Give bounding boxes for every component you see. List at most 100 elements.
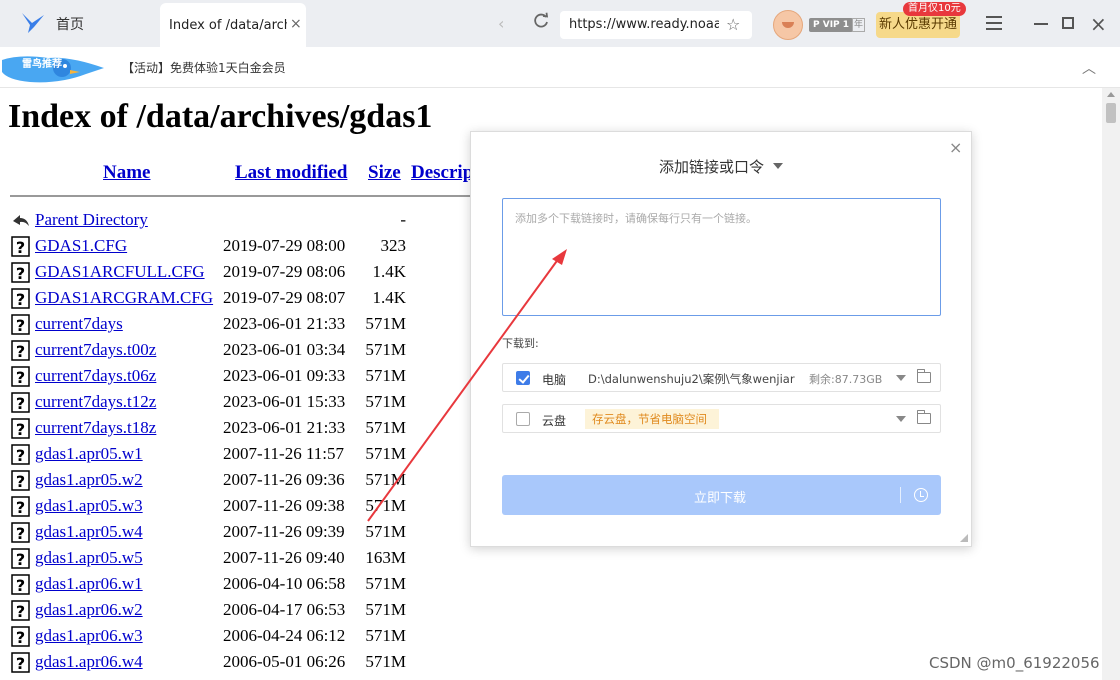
- file-link[interactable]: current7days: [35, 314, 123, 334]
- unknown-file-icon[interactable]: ?: [11, 470, 31, 491]
- link-input-textarea[interactable]: [502, 198, 941, 316]
- menu-icon[interactable]: [986, 16, 1002, 30]
- scroll-thumb[interactable]: [1106, 103, 1116, 123]
- schedule-clock-icon[interactable]: [914, 488, 928, 502]
- unknown-file-icon[interactable]: ?: [11, 418, 31, 439]
- file-link[interactable]: gdas1.apr05.w5: [35, 548, 143, 568]
- watermark: CSDN @m0_61922056: [929, 654, 1100, 672]
- promo-price-tag: 首月仅10元: [903, 2, 966, 16]
- unknown-file-icon[interactable]: ?: [11, 314, 31, 335]
- col-header-size[interactable]: Size: [368, 162, 401, 184]
- file-link[interactable]: GDAS1ARCGRAM.CFG: [35, 288, 213, 308]
- bird-mascot-banner[interactable]: 雷鸟推荐: [0, 50, 110, 86]
- svg-text:?: ?: [16, 602, 25, 621]
- vertical-scrollbar[interactable]: [1102, 88, 1120, 680]
- address-bar[interactable]: https://www.ready.noaa.gov/data/archives…: [560, 11, 752, 39]
- file-link[interactable]: current7days.t12z: [35, 392, 156, 412]
- download-button-separator: [900, 487, 901, 503]
- svg-text:?: ?: [16, 420, 25, 439]
- file-link[interactable]: gdas1.apr05.w4: [35, 522, 143, 542]
- unknown-file-icon[interactable]: ?: [11, 262, 31, 283]
- collapse-chevron-up-icon[interactable]: ︿: [1082, 58, 1096, 78]
- back-arrow-icon[interactable]: ‹: [498, 14, 504, 33]
- file-date: 2007-11-26 09:39: [223, 522, 345, 541]
- save-to-pc-row: 电脑 D:\dalunwenshuju2\案例\气象wenjiar 剩余:87.…: [502, 363, 941, 392]
- file-date: 2006-04-10 06:58: [223, 574, 346, 593]
- file-date: 2023-06-01 21:33: [223, 418, 346, 437]
- svg-text:?: ?: [16, 628, 25, 647]
- thunder-bird-logo-icon: [22, 13, 44, 33]
- scroll-up-arrow-icon[interactable]: [1107, 92, 1115, 97]
- cloud-dropdown-icon[interactable]: [896, 416, 906, 422]
- parent-directory-icon[interactable]: [11, 210, 31, 231]
- reload-icon[interactable]: [532, 12, 550, 30]
- file-link[interactable]: Parent Directory: [35, 210, 148, 230]
- cloud-folder-icon[interactable]: [917, 410, 931, 424]
- file-link[interactable]: GDAS1ARCFULL.CFG: [35, 262, 205, 282]
- svg-text:?: ?: [16, 342, 25, 361]
- minimize-icon[interactable]: [1034, 23, 1048, 25]
- unknown-file-icon[interactable]: ?: [11, 496, 31, 517]
- file-link[interactable]: current7days.t00z: [35, 340, 156, 360]
- dialog-close-icon[interactable]: ×: [949, 138, 962, 157]
- tab-home[interactable]: 首页: [56, 14, 84, 34]
- tab-active[interactable]: Index of /data/archives/gdas1 ×: [160, 3, 306, 47]
- user-avatar[interactable]: [773, 10, 803, 40]
- file-link[interactable]: gdas1.apr06.w1: [35, 574, 143, 594]
- maximize-icon[interactable]: [1062, 17, 1074, 29]
- download-now-button[interactable]: 立即下载: [502, 475, 941, 515]
- file-link[interactable]: current7days.t18z: [35, 418, 156, 438]
- unknown-file-icon[interactable]: ?: [11, 340, 31, 361]
- table-row: ? GDAS1ARCFULL.CFG 2019-07-29 08:06 1.4K: [0, 260, 480, 286]
- unknown-file-icon[interactable]: ?: [11, 626, 31, 647]
- svg-text:?: ?: [16, 654, 25, 673]
- file-date: 2019-07-29 08:00: [223, 236, 346, 255]
- unknown-file-icon[interactable]: ?: [11, 366, 31, 387]
- file-date: 2007-11-26 09:40: [223, 548, 345, 567]
- file-link[interactable]: gdas1.apr06.w3: [35, 626, 143, 646]
- resize-grip-icon[interactable]: [960, 534, 968, 542]
- window-close-icon[interactable]: ×: [1090, 12, 1107, 36]
- col-header-name[interactable]: Name: [103, 162, 150, 184]
- svg-text:?: ?: [16, 368, 25, 387]
- download-now-label: 立即下载: [693, 491, 746, 506]
- page-title: Index of /data/archives/gdas1: [8, 98, 433, 135]
- unknown-file-icon[interactable]: ?: [11, 444, 31, 465]
- unknown-file-icon[interactable]: ?: [11, 548, 31, 569]
- file-link[interactable]: gdas1.apr06.w4: [35, 652, 143, 672]
- file-link[interactable]: gdas1.apr05.w3: [35, 496, 143, 516]
- save-to-cloud-row: 云盘 存云盘，节省电脑空间: [502, 404, 941, 433]
- address-bar-url[interactable]: https://www.ready.noaa.gov/data/archives…: [569, 17, 719, 32]
- pc-folder-icon[interactable]: [917, 369, 931, 383]
- unknown-file-icon[interactable]: ?: [11, 652, 31, 673]
- file-link[interactable]: GDAS1.CFG: [35, 236, 127, 256]
- dialog-title[interactable]: 添加链接或口令: [659, 156, 764, 177]
- unknown-file-icon[interactable]: ?: [11, 574, 31, 595]
- file-link[interactable]: gdas1.apr05.w1: [35, 444, 143, 464]
- pc-path-dropdown-icon[interactable]: [896, 375, 906, 381]
- bookmark-star-icon[interactable]: ☆: [726, 15, 740, 34]
- col-header-last-modified[interactable]: Last modified: [235, 162, 347, 184]
- unknown-file-icon[interactable]: ?: [11, 236, 31, 257]
- svg-text:?: ?: [16, 394, 25, 413]
- unknown-file-icon[interactable]: ?: [11, 600, 31, 621]
- cloud-checkbox[interactable]: [516, 412, 530, 426]
- dialog-title-caret-icon[interactable]: [773, 163, 783, 169]
- unknown-file-icon[interactable]: ?: [11, 288, 31, 309]
- tab-close-icon[interactable]: ×: [290, 16, 302, 32]
- file-link[interactable]: gdas1.apr05.w2: [35, 470, 143, 490]
- unknown-file-icon[interactable]: ?: [11, 392, 31, 413]
- pc-checkbox[interactable]: [516, 371, 530, 385]
- file-link[interactable]: current7days.t06z: [35, 366, 156, 386]
- activity-text[interactable]: 【活动】免费体验1天白金会员: [122, 59, 286, 76]
- table-row: Parent Directory -: [0, 208, 480, 234]
- file-link[interactable]: gdas1.apr06.w2: [35, 600, 143, 620]
- vip-year-badge: 年: [852, 18, 866, 32]
- unknown-file-icon[interactable]: ?: [11, 522, 31, 543]
- file-size: 571M: [365, 418, 406, 437]
- file-date: 2006-04-17 06:53: [223, 600, 346, 619]
- pc-path[interactable]: D:\dalunwenshuju2\案例\气象wenjiar: [588, 371, 800, 387]
- table-row: ? current7days 2023-06-01 21:33 571M: [0, 312, 480, 338]
- file-date: 2023-06-01 15:33: [223, 392, 346, 411]
- cloud-tip-badge: 存云盘，节省电脑空间: [585, 409, 719, 429]
